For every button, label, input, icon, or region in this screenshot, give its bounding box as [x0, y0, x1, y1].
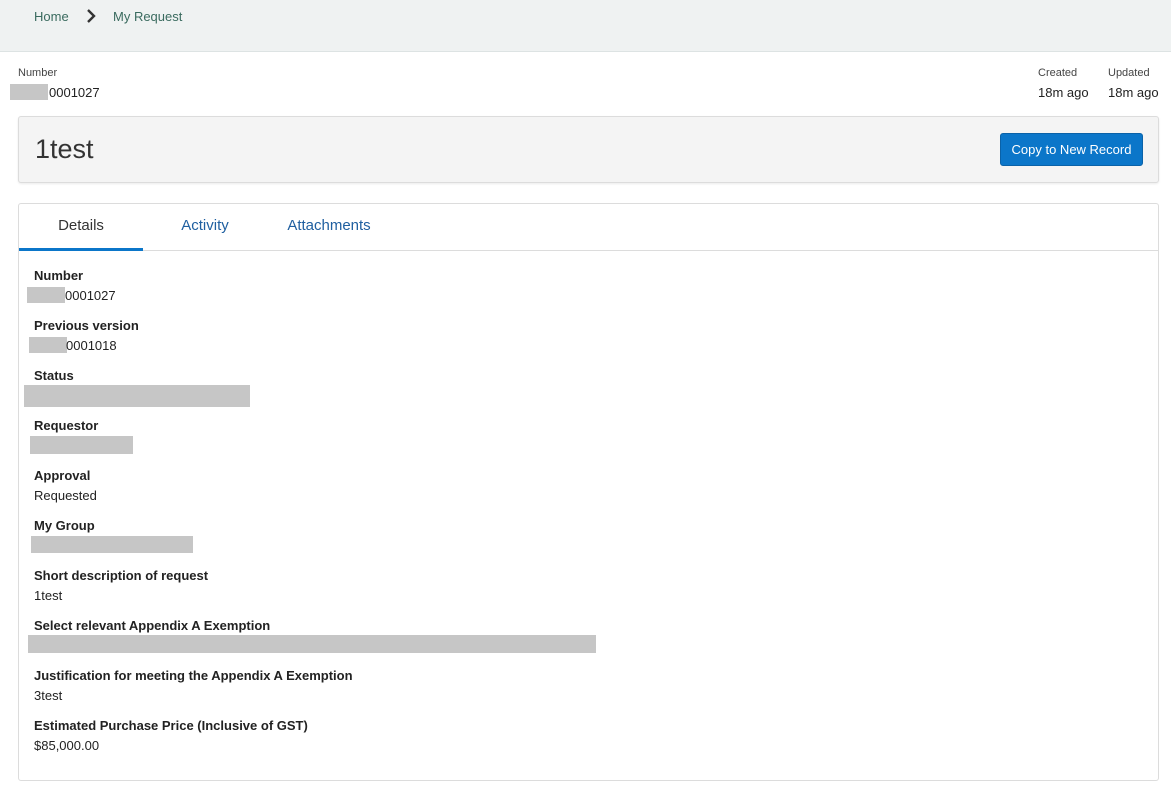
field-my-group: My Group	[31, 518, 193, 554]
updated-label: Updated	[1108, 67, 1150, 79]
redacted-number-prefix	[27, 287, 65, 303]
field-requestor: Requestor	[30, 418, 133, 454]
field-label: Requestor	[34, 418, 99, 433]
record-title: 1test	[35, 134, 94, 164]
created-value: 18m ago	[1038, 85, 1089, 100]
field-value: 3test	[34, 688, 63, 703]
field-label: Justification for meeting the Appendix A…	[34, 668, 353, 683]
breadcrumb-home-link[interactable]: Home	[34, 9, 69, 25]
field-estimated-price: Estimated Purchase Price (Inclusive of G…	[34, 718, 308, 754]
redacted-number-prefix	[29, 337, 67, 353]
field-label: My Group	[34, 518, 95, 533]
field-label: Approval	[34, 468, 91, 483]
redacted-status-value	[24, 385, 250, 407]
field-value: Requested	[34, 488, 97, 503]
field-approval: Approval Requested	[34, 468, 97, 504]
number-meta-label: Number	[18, 67, 58, 79]
field-appendix-a-exemption: Select relevant Appendix A Exemption	[28, 618, 596, 654]
breadcrumb-bar: Home My Request	[0, 0, 1171, 52]
redacted-group-value	[31, 536, 193, 553]
field-number: Number 0001027	[27, 268, 116, 304]
record-title-card: 1test Copy to New Record	[18, 116, 1159, 183]
field-label: Previous version	[34, 318, 139, 333]
updated-value: 18m ago	[1108, 85, 1159, 100]
redacted-requestor-value	[30, 436, 133, 454]
field-previous-version: Previous version 0001018	[29, 318, 139, 354]
field-value: 0001027	[65, 288, 116, 303]
field-label: Select relevant Appendix A Exemption	[34, 618, 271, 633]
tab-details[interactable]: Details	[19, 204, 143, 251]
chevron-right-icon	[87, 9, 96, 23]
tab-bar: Details Activity Attachments	[19, 204, 1158, 251]
redacted-exemption-value	[28, 635, 596, 653]
field-justification: Justification for meeting the Appendix A…	[34, 668, 353, 704]
field-label: Status	[34, 368, 74, 383]
field-value: $85,000.00	[34, 738, 100, 753]
field-label: Estimated Purchase Price (Inclusive of G…	[34, 718, 308, 733]
record-panel: Details Activity Attachments Number 0001…	[18, 203, 1159, 781]
copy-to-new-record-button[interactable]: Copy to New Record	[1000, 133, 1143, 166]
field-label: Short description of request	[34, 568, 209, 583]
tab-attachments[interactable]: Attachments	[267, 204, 391, 248]
created-label: Created	[1038, 67, 1078, 79]
tab-activity[interactable]: Activity	[143, 204, 267, 248]
number-meta-value: 0001027	[49, 85, 100, 100]
field-value: 1test	[34, 588, 63, 603]
redacted-number-prefix	[10, 84, 48, 100]
field-value: 0001018	[66, 338, 117, 353]
field-label: Number	[34, 268, 84, 283]
field-short-description: Short description of request 1test	[34, 568, 208, 604]
field-status: Status	[24, 368, 250, 407]
breadcrumb-current[interactable]: My Request	[113, 9, 182, 25]
